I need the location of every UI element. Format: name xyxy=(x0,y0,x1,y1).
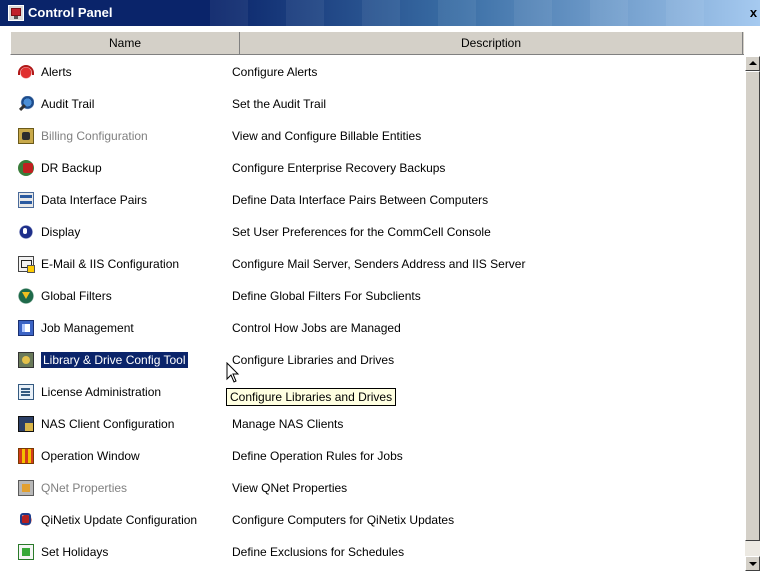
item-name: QiNetix Update Configuration xyxy=(41,513,198,527)
item-description: Configure Enterprise Recovery Backups xyxy=(232,161,446,175)
item-name: QNet Properties xyxy=(41,481,128,495)
close-button[interactable]: x xyxy=(747,4,760,22)
item-description: Define Operation Rules for Jobs xyxy=(232,449,403,463)
scroll-thumb[interactable] xyxy=(745,71,760,541)
item-name: Operation Window xyxy=(41,449,140,463)
item-name: DR Backup xyxy=(41,161,102,175)
control-panel-icon xyxy=(8,5,24,21)
item-name: Alerts xyxy=(41,65,72,79)
license-icon xyxy=(18,384,34,400)
item-description: Define Global Filters For Subclients xyxy=(232,289,421,303)
scroll-up-button[interactable] xyxy=(745,56,760,71)
item-description: Control How Jobs are Managed xyxy=(232,321,401,335)
list-item-operation-window[interactable]: Operation Window Define Operation Rules … xyxy=(10,440,745,472)
tooltip: Configure Libraries and Drives xyxy=(226,388,397,406)
item-name: Audit Trail xyxy=(41,97,95,111)
display-icon xyxy=(18,224,34,240)
global-filters-icon xyxy=(18,288,34,304)
window-title: Control Panel xyxy=(28,5,113,20)
list-item-billing-configuration[interactable]: Billing Configuration View and Configure… xyxy=(10,120,745,152)
item-description: Define Exclusions for Schedules xyxy=(232,545,405,559)
nas-client-icon xyxy=(18,416,34,432)
item-description: Set the Audit Trail xyxy=(232,97,327,111)
item-description: Configure Libraries and Drives xyxy=(232,353,395,367)
column-header-description[interactable]: Description xyxy=(240,32,743,55)
list-item-nas-client[interactable]: NAS Client Configuration Manage NAS Clie… xyxy=(10,408,745,440)
data-interface-icon xyxy=(18,192,34,208)
library-drive-icon xyxy=(18,352,34,368)
item-description: Define Data Interface Pairs Between Comp… xyxy=(232,193,489,207)
item-description: Configure Mail Server, Senders Address a… xyxy=(232,257,526,271)
item-name: Display xyxy=(41,225,81,239)
email-icon xyxy=(18,256,35,273)
list-item-data-interface-pairs[interactable]: Data Interface Pairs Define Data Interfa… xyxy=(10,184,745,216)
item-name: Billing Configuration xyxy=(41,129,148,143)
list-item-display[interactable]: Display Set User Preferences for the Com… xyxy=(10,216,745,248)
list-item-set-holidays[interactable]: Set Holidays Define Exclusions for Sched… xyxy=(10,536,745,568)
item-description: View QNet Properties xyxy=(232,481,348,495)
item-name: Set Holidays xyxy=(41,545,109,559)
alerts-icon xyxy=(18,64,34,80)
list-item-qinetix-update[interactable]: QiNetix Update Configuration Configure C… xyxy=(10,504,745,536)
item-name: Global Filters xyxy=(41,289,112,303)
title-bar[interactable]: Control Panel x xyxy=(0,0,760,26)
list-item-library-drive-config[interactable]: Library & Drive Config Tool Configure Li… xyxy=(10,344,745,376)
item-name: Job Management xyxy=(41,321,134,335)
item-description: Configure Computers for QiNetix Updates xyxy=(232,513,455,527)
list-item-global-filters[interactable]: Global Filters Define Global Filters For… xyxy=(10,280,745,312)
item-name: License Administration xyxy=(41,385,162,399)
control-panel-list: Alerts Configure Alerts Audit Trail Set … xyxy=(10,56,745,571)
scroll-down-button[interactable] xyxy=(745,556,760,571)
qinetix-update-icon xyxy=(18,512,34,528)
holidays-icon xyxy=(18,544,34,560)
list-item-alerts[interactable]: Alerts Configure Alerts xyxy=(10,56,745,88)
job-management-icon xyxy=(18,320,34,336)
mouse-cursor-icon xyxy=(226,362,240,383)
list-item-audit-trail[interactable]: Audit Trail Set the Audit Trail xyxy=(10,88,745,120)
column-header-name[interactable]: Name xyxy=(11,32,240,55)
list-item-qnet-properties[interactable]: QNet Properties View QNet Properties xyxy=(10,472,745,504)
dr-backup-icon xyxy=(18,160,34,176)
billing-icon xyxy=(18,128,34,144)
item-name: Library & Drive Config Tool xyxy=(40,351,189,369)
title-bar-decoration xyxy=(210,0,740,26)
item-name: Data Interface Pairs xyxy=(41,193,148,207)
item-description: Manage NAS Clients xyxy=(232,417,344,431)
qnet-icon xyxy=(18,480,34,496)
item-name: E-Mail & IIS Configuration xyxy=(41,257,180,271)
list-item-job-management[interactable]: Job Management Control How Jobs are Mana… xyxy=(10,312,745,344)
item-description: Configure Alerts xyxy=(232,65,318,79)
item-description: Set User Preferences for the CommCell Co… xyxy=(232,225,491,239)
list-item-dr-backup[interactable]: DR Backup Configure Enterprise Recovery … xyxy=(10,152,745,184)
item-name: NAS Client Configuration xyxy=(41,417,175,431)
vertical-scrollbar[interactable] xyxy=(745,56,760,571)
table-header: Name Description xyxy=(10,31,744,55)
item-description: View and Configure Billable Entities xyxy=(232,129,422,143)
list-item-email-iis[interactable]: E-Mail & IIS Configuration Configure Mai… xyxy=(10,248,745,280)
audit-trail-icon xyxy=(18,96,34,112)
operation-window-icon xyxy=(18,448,34,464)
